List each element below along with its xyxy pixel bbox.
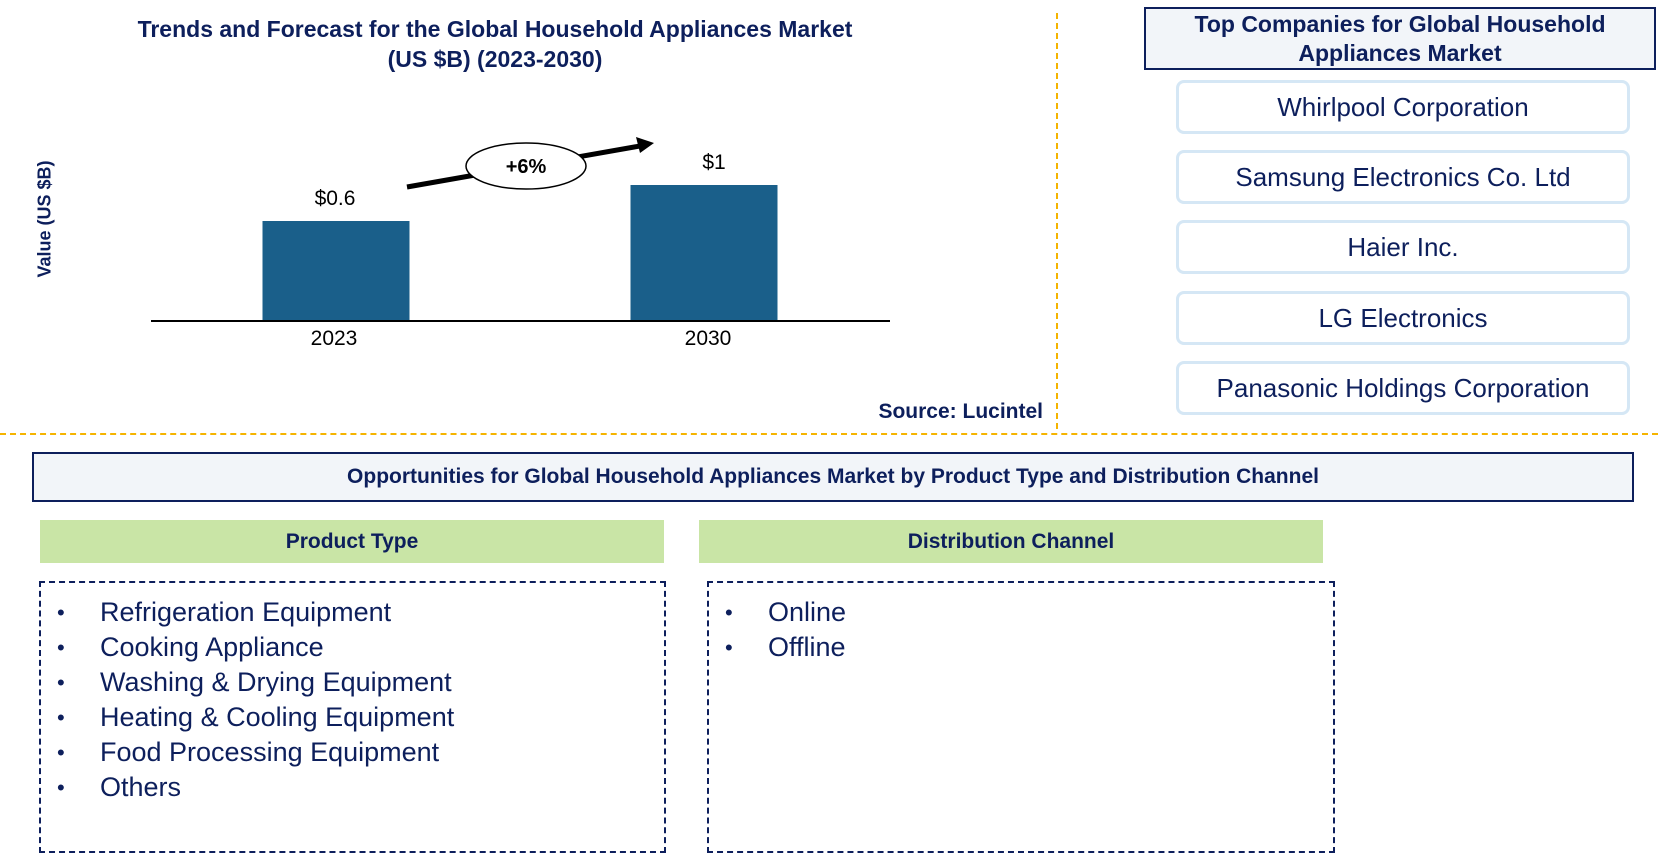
list-item: • Cooking Appliance	[41, 630, 664, 665]
bar-chart: $0.6 2023 $1 2030 +6%	[151, 137, 890, 350]
top-companies-header: Top Companies for Global Household Appli…	[1144, 7, 1656, 70]
source-label: Source: Lucintel	[878, 400, 1043, 423]
list-item-text: Food Processing Equipment	[100, 737, 440, 767]
bullet-icon: •	[725, 600, 733, 625]
company-item: Haier Inc.	[1176, 220, 1630, 274]
product-type-list-box: • Refrigeration Equipment • Cooking Applian…	[39, 581, 666, 853]
growth-arrow: +6%	[406, 137, 654, 190]
bullet-icon: •	[57, 670, 65, 695]
distribution-channel-list-box: • Online • Offline	[707, 581, 1335, 853]
data-label: $1	[702, 151, 725, 174]
list-item-text: Cooking Appliance	[100, 632, 324, 662]
list-item: • Washing & Drying Equipment	[41, 665, 664, 700]
list-item: • Online	[709, 595, 1333, 630]
bullet-icon: •	[57, 705, 65, 730]
growth-label: +6%	[506, 156, 547, 178]
bar-2023	[262, 221, 410, 320]
list-item-text: Heating & Cooling Equipment	[100, 702, 455, 732]
list-item-text: Offline	[768, 632, 846, 662]
company-item: LG Electronics	[1176, 291, 1630, 345]
data-label: $0.6	[315, 187, 356, 210]
list-item-text: Washing & Drying Equipment	[100, 667, 452, 697]
list-item: • Offline	[709, 630, 1333, 665]
segment-header-distribution-channel: Distribution Channel	[699, 520, 1323, 563]
bullet-icon: •	[57, 740, 65, 765]
list-item-text: Others	[100, 772, 182, 802]
x-tick-label: 2023	[311, 327, 358, 350]
distribution-channel-list: • Online • Offline	[709, 583, 1333, 665]
top-companies-title: Top Companies for Global Household Appli…	[1194, 10, 1606, 66]
bullet-icon: •	[57, 635, 65, 660]
bullet-icon: •	[57, 775, 65, 800]
opportunities-header: Opportunities for Global Household Appli…	[32, 452, 1634, 502]
list-item-text: Online	[768, 597, 847, 627]
horizontal-divider	[0, 433, 1658, 435]
company-item: Panasonic Holdings Corporation	[1176, 361, 1630, 415]
bullet-icon: •	[725, 635, 733, 660]
list-item: • Others	[41, 770, 664, 805]
list-item: • Refrigeration Equipment	[41, 595, 664, 630]
list-item: • Heating & Cooling Equipment	[41, 700, 664, 735]
company-item: Whirlpool Corporation	[1176, 80, 1630, 134]
segment-header-product-type: Product Type	[40, 520, 664, 563]
company-item: Samsung Electronics Co. Ltd	[1176, 150, 1630, 204]
x-tick-label: 2030	[685, 327, 732, 350]
bullet-icon: •	[57, 600, 65, 625]
list-item-text: Refrigeration Equipment	[100, 597, 392, 627]
product-type-list: • Refrigeration Equipment • Cooking Applian…	[41, 583, 664, 805]
list-item: • Food Processing Equipment	[41, 735, 664, 770]
bar-2030	[630, 185, 778, 320]
vertical-divider	[1056, 13, 1058, 429]
